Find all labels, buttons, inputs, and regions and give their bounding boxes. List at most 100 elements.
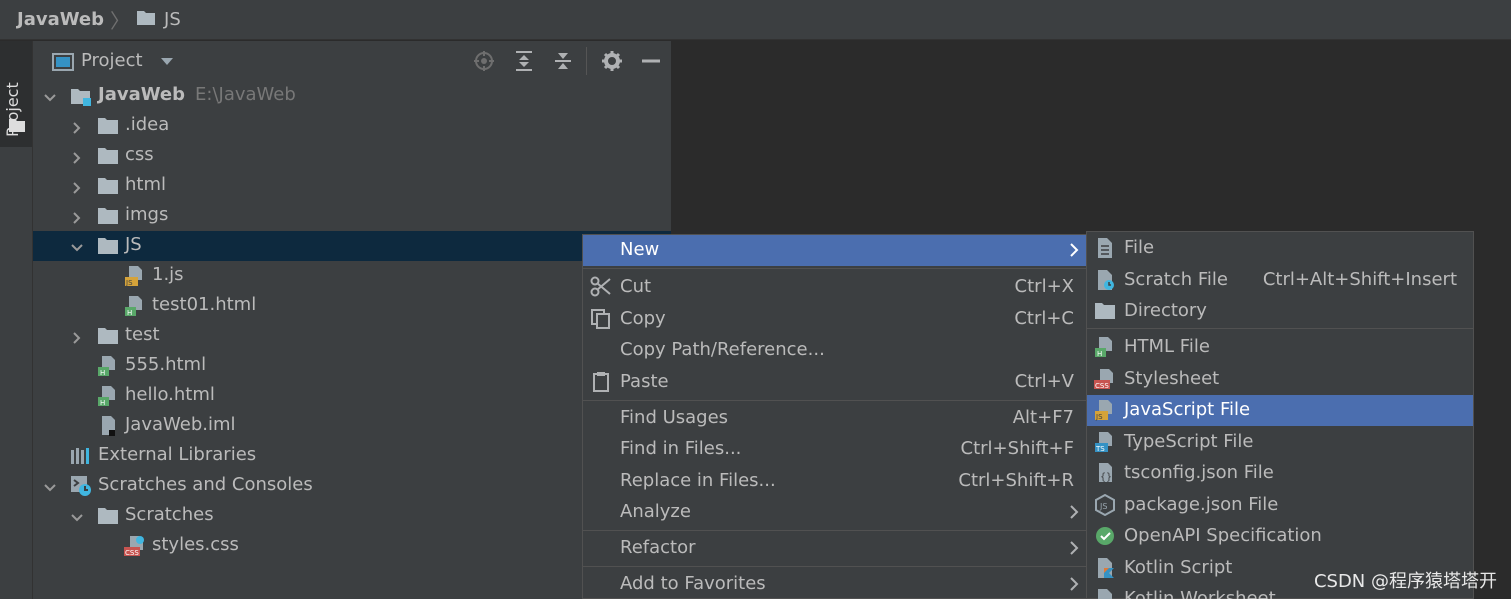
submenu-item-typescript-file[interactable]: TS TypeScript File [1087, 427, 1473, 458]
tree-node-scratches[interactable]: Scratches [33, 501, 671, 531]
submenu-item-html-file[interactable]: H HTML File [1087, 332, 1473, 363]
submenu-item-openapi[interactable]: OpenAPI Specification [1087, 521, 1473, 552]
new-submenu: File Scratch File Ctrl+Alt+Shift+Insert … [1086, 231, 1474, 599]
tree-node-1js[interactable]: JS 1.js [33, 261, 671, 291]
chevron-right-icon[interactable] [70, 149, 84, 164]
tree-label: test [125, 324, 160, 345]
chevron-down-icon[interactable] [43, 479, 57, 493]
menu-item-new[interactable]: New [583, 235, 1086, 266]
menu-item-cut[interactable]: Cut Ctrl+X [583, 272, 1086, 303]
menu-item-shortcut: Ctrl+X [1014, 276, 1074, 297]
menu-item-add-favorites[interactable]: Add to Favorites [583, 569, 1086, 599]
menu-item-refactor[interactable]: Refactor [583, 533, 1086, 564]
tree-node-555[interactable]: H 555.html [33, 351, 671, 381]
tree-node-idea[interactable]: .idea [33, 111, 671, 141]
project-tree: JavaWeb E:\JavaWeb .idea css html imgs J… [33, 81, 671, 561]
submenu-item-stylesheet[interactable]: CSS Stylesheet [1087, 364, 1473, 395]
chevron-down-icon[interactable] [159, 53, 175, 72]
tree-path: E:\JavaWeb [195, 84, 296, 105]
breadcrumb-project[interactable]: JavaWeb [17, 9, 104, 30]
tree-node-external-libraries[interactable]: External Libraries [33, 441, 671, 471]
submenu-item-scratch-file[interactable]: Scratch File Ctrl+Alt+Shift+Insert [1087, 265, 1473, 296]
tree-label: 555.html [125, 354, 207, 375]
project-panel-header: Project [33, 41, 671, 81]
menu-separator [583, 566, 1086, 567]
menu-item-label: Refactor [620, 537, 696, 558]
folder-icon [97, 505, 119, 527]
menu-item-label: Cut [620, 276, 652, 297]
svg-text:JS: JS [1099, 502, 1107, 511]
chevron-right-icon[interactable] [70, 119, 84, 134]
folder-icon [97, 175, 119, 197]
iml-file-icon [97, 415, 119, 437]
svg-text:CSS: CSS [125, 549, 139, 557]
menu-item-shortcut: Ctrl+C [1014, 308, 1074, 329]
breadcrumb-separator: 〉 [110, 9, 131, 33]
chevron-right-icon[interactable] [70, 329, 84, 344]
chevron-right-icon[interactable] [70, 179, 84, 194]
tree-node-styles[interactable]: CSS styles.css [33, 531, 671, 561]
menu-item-analyze[interactable]: Analyze [583, 497, 1086, 528]
tree-node-javaweb[interactable]: JavaWeb E:\JavaWeb [33, 81, 671, 111]
tree-node-test01[interactable]: H test01.html [33, 291, 671, 321]
tree-node-html[interactable]: html [33, 171, 671, 201]
chevron-down-icon[interactable] [70, 509, 84, 523]
menu-item-label: Copy Path/Reference... [620, 339, 825, 360]
json-file-icon: {} [1094, 462, 1116, 484]
tree-node-test[interactable]: test [33, 321, 671, 351]
menu-item-copy-path[interactable]: Copy Path/Reference... [583, 335, 1086, 366]
html-file-icon: H [97, 355, 119, 377]
watermark: CSDN @程序猿塔塔开 [1313, 571, 1497, 592]
tree-label: styles.css [152, 534, 239, 555]
minimize-icon[interactable] [640, 50, 662, 72]
scratch-file-icon [1094, 269, 1116, 291]
submenu-item-package-json[interactable]: JS package.json File [1087, 490, 1473, 521]
submenu-item-file[interactable]: File [1087, 233, 1473, 264]
folder-icon [9, 117, 25, 136]
submenu-item-directory[interactable]: Directory [1087, 296, 1473, 327]
tree-label: Scratches and Consoles [98, 474, 313, 495]
menu-item-find-in-files[interactable]: Find in Files... Ctrl+Shift+F [583, 434, 1086, 465]
folder-icon [97, 115, 119, 137]
menu-separator [1087, 328, 1473, 329]
svg-text:TS: TS [1095, 445, 1105, 453]
module-icon [70, 85, 92, 107]
menu-separator [583, 530, 1086, 531]
ide-window: JavaWeb 〉 JS Project Project JavaWeb E:\… [0, 0, 1511, 599]
submenu-item-javascript-file[interactable]: JS JavaScript File [1087, 395, 1473, 426]
chevron-down-icon[interactable] [70, 239, 84, 253]
menu-item-copy[interactable]: Copy Ctrl+C [583, 304, 1086, 335]
tree-node-scratches-consoles[interactable]: Scratches and Consoles [33, 471, 671, 501]
menu-item-find-usages[interactable]: Find Usages Alt+F7 [583, 403, 1086, 434]
menu-item-paste[interactable]: Paste Ctrl+V [583, 367, 1086, 398]
gear-icon[interactable] [601, 50, 623, 72]
expand-all-icon[interactable] [513, 50, 535, 72]
paste-icon [590, 371, 612, 393]
tree-label: JS [125, 234, 142, 255]
tree-node-js[interactable]: JS [33, 231, 671, 261]
submenu-item-label: File [1124, 237, 1155, 258]
tree-node-hello[interactable]: H hello.html [33, 381, 671, 411]
chevron-right-icon [1068, 504, 1080, 525]
menu-item-label: Paste [620, 371, 669, 392]
tree-label: test01.html [152, 294, 257, 315]
tree-node-css[interactable]: css [33, 141, 671, 171]
tree-node-imgs[interactable]: imgs [33, 201, 671, 231]
menu-item-label: Find Usages [620, 407, 729, 428]
chevron-right-icon[interactable] [70, 209, 84, 224]
tree-node-iml[interactable]: JavaWeb.iml [33, 411, 671, 441]
project-tool-tab[interactable]: Project [0, 41, 32, 147]
folder-icon [97, 235, 119, 257]
menu-item-replace-in-files[interactable]: Replace in Files... Ctrl+Shift+R [583, 466, 1086, 497]
tool-window-strip: Project [0, 41, 33, 599]
js-file-icon: JS [124, 265, 146, 287]
locate-icon[interactable] [473, 50, 495, 72]
breadcrumb-folder[interactable]: JS [164, 9, 181, 30]
collapse-all-icon[interactable] [552, 50, 574, 72]
menu-item-shortcut: Alt+F7 [1012, 407, 1074, 428]
chevron-down-icon[interactable] [43, 89, 57, 103]
folder-icon [1094, 300, 1116, 322]
submenu-item-tsconfig[interactable]: {} tsconfig.json File [1087, 458, 1473, 489]
panel-title[interactable]: Project [81, 50, 143, 71]
folder-icon [97, 205, 119, 227]
